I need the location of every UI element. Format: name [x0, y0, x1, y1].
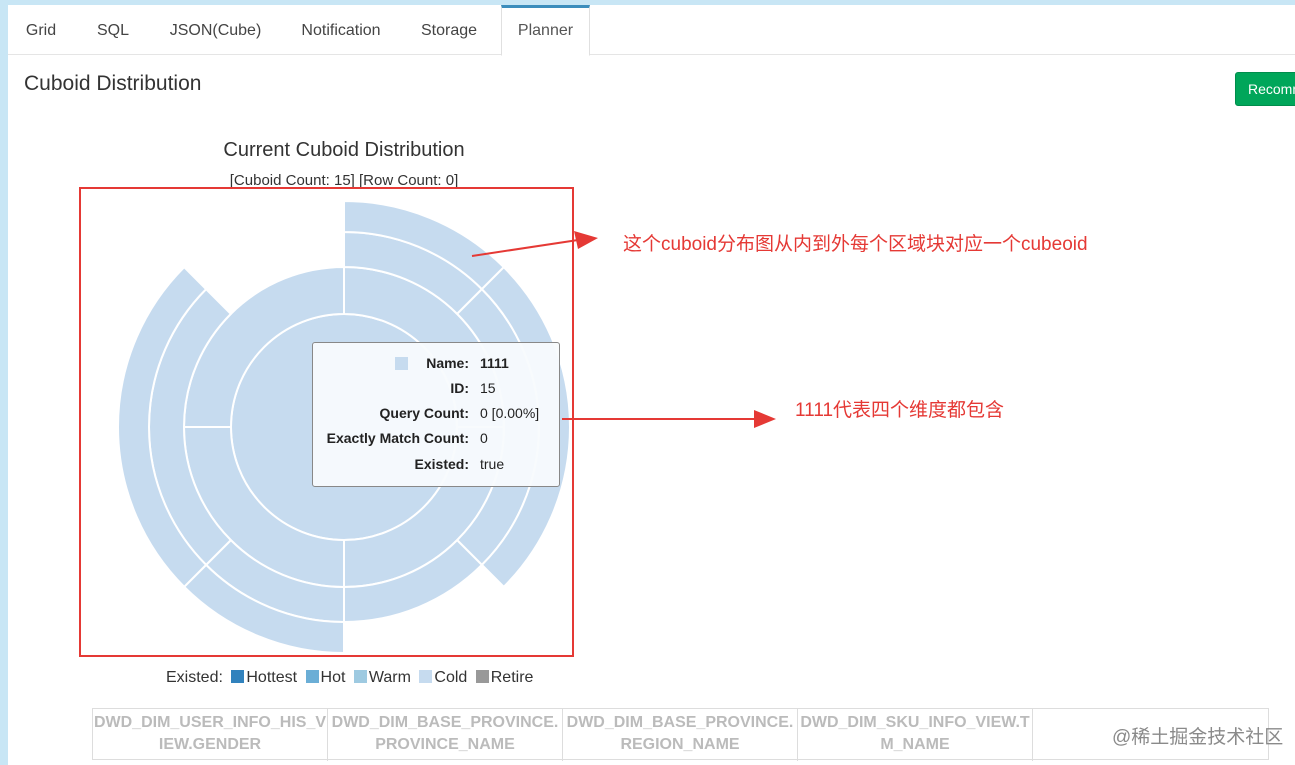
tooltip-row-exact-match: Exactly Match Count: 0	[313, 430, 561, 450]
annotation-middle-text: 1111代表四个维度都包含	[795, 400, 1005, 421]
tooltip-key: Exactly Match Count:	[326, 430, 469, 446]
tooltip-value: true	[480, 456, 505, 472]
cuboid-tooltip: Name: 1111 ID: 15 Query Count: 0 [0.00%]…	[312, 342, 560, 487]
legend-label-cold: Cold	[434, 669, 468, 686]
tooltip-value: 0	[480, 430, 488, 446]
legend-label-warm: Warm	[368, 669, 411, 686]
dimension-column-header: DWD_DIM_BASE_PROVINCE.REGION_NAME	[563, 709, 798, 761]
dimension-table-header: DWD_DIM_USER_INFO_HIS_VIEW.GENDER DWD_DI…	[92, 708, 1269, 761]
legend-label-hottest: Hottest	[246, 669, 298, 686]
legend-title: Existed:	[166, 669, 223, 686]
annotation-arrow-middle-head	[754, 410, 776, 428]
dimension-column-header: DWD_DIM_BASE_PROVINCE.PROVINCE_NAME	[328, 709, 563, 761]
tooltip-key: ID:	[450, 380, 469, 396]
tooltip-key: Name:	[426, 355, 469, 371]
legend-swatch-retire	[475, 670, 489, 683]
tooltip-value: 0 [0.00%]	[480, 405, 540, 421]
legend-swatch-cold	[419, 670, 433, 683]
chart-legend: Existed: Hottest Hot Warm Cold Retire	[166, 669, 533, 687]
legend-swatch-hot	[305, 670, 319, 683]
tooltip-row-name: Name: 1111	[313, 355, 561, 375]
tooltip-value: 1111	[480, 355, 509, 371]
annotation-top-text: 这个cuboid分布图从内到外每个区域块对应一个cubeoid	[623, 234, 1088, 255]
dimension-column-header: DWD_DIM_SKU_INFO_VIEW.TM_NAME	[798, 709, 1033, 761]
watermark: @稀土掘金技术社区	[1112, 727, 1284, 748]
legend-swatch-warm	[353, 670, 367, 683]
tooltip-row-id: ID: 15	[313, 380, 561, 400]
tooltip-value: 15	[480, 380, 496, 396]
legend-label-hot: Hot	[320, 669, 346, 686]
tooltip-key: Existed:	[414, 456, 469, 472]
legend-label-retire: Retire	[490, 669, 534, 686]
dimension-column-header: DWD_DIM_USER_INFO_HIS_VIEW.GENDER	[93, 709, 328, 761]
tooltip-key: Query Count:	[379, 405, 469, 421]
tooltip-color-swatch	[395, 357, 408, 370]
annotation-arrow-top-head	[574, 231, 598, 249]
tooltip-row-existed: Existed: true	[313, 456, 561, 476]
legend-swatch-hottest	[231, 670, 245, 683]
tooltip-row-query-count: Query Count: 0 [0.00%]	[313, 405, 561, 425]
